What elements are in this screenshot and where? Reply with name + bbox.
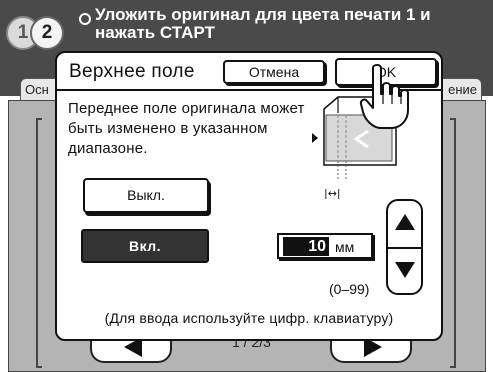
status-circle-icon xyxy=(79,13,91,25)
value-stepper xyxy=(386,199,423,295)
background-frame-left xyxy=(36,118,42,368)
color-badges: 1 2 xyxy=(6,16,70,52)
on-option-button[interactable]: Вкл. xyxy=(81,229,209,263)
triangle-down-icon xyxy=(395,262,415,278)
color-2-badge: 2 xyxy=(30,16,64,50)
diagram-margin-label: |↔| xyxy=(324,187,341,199)
margin-value: 10 xyxy=(283,237,329,256)
decrease-button[interactable] xyxy=(388,247,421,293)
status-message: Уложить оригинал для цвета печати 1 и на… xyxy=(95,5,431,42)
triangle-up-icon xyxy=(395,214,415,230)
background-frame-right xyxy=(450,118,456,368)
tab-functions[interactable]: ение xyxy=(440,78,482,100)
dialog-description: Переднее поле оригинала может быть измен… xyxy=(68,100,305,157)
hand-pointer-icon xyxy=(359,64,409,129)
dialog-title: Верхнее поле xyxy=(69,61,195,82)
cancel-button[interactable]: Отмена xyxy=(223,60,325,84)
value-range: (0–99) xyxy=(329,281,370,297)
margin-unit: мм xyxy=(335,239,355,255)
margin-value-field[interactable]: 10 мм xyxy=(277,233,373,259)
off-option-button[interactable]: Выкл. xyxy=(83,178,209,213)
keypad-hint: (Для ввода используйте цифр. клавиатуру) xyxy=(104,310,394,326)
increase-button[interactable] xyxy=(388,201,421,247)
